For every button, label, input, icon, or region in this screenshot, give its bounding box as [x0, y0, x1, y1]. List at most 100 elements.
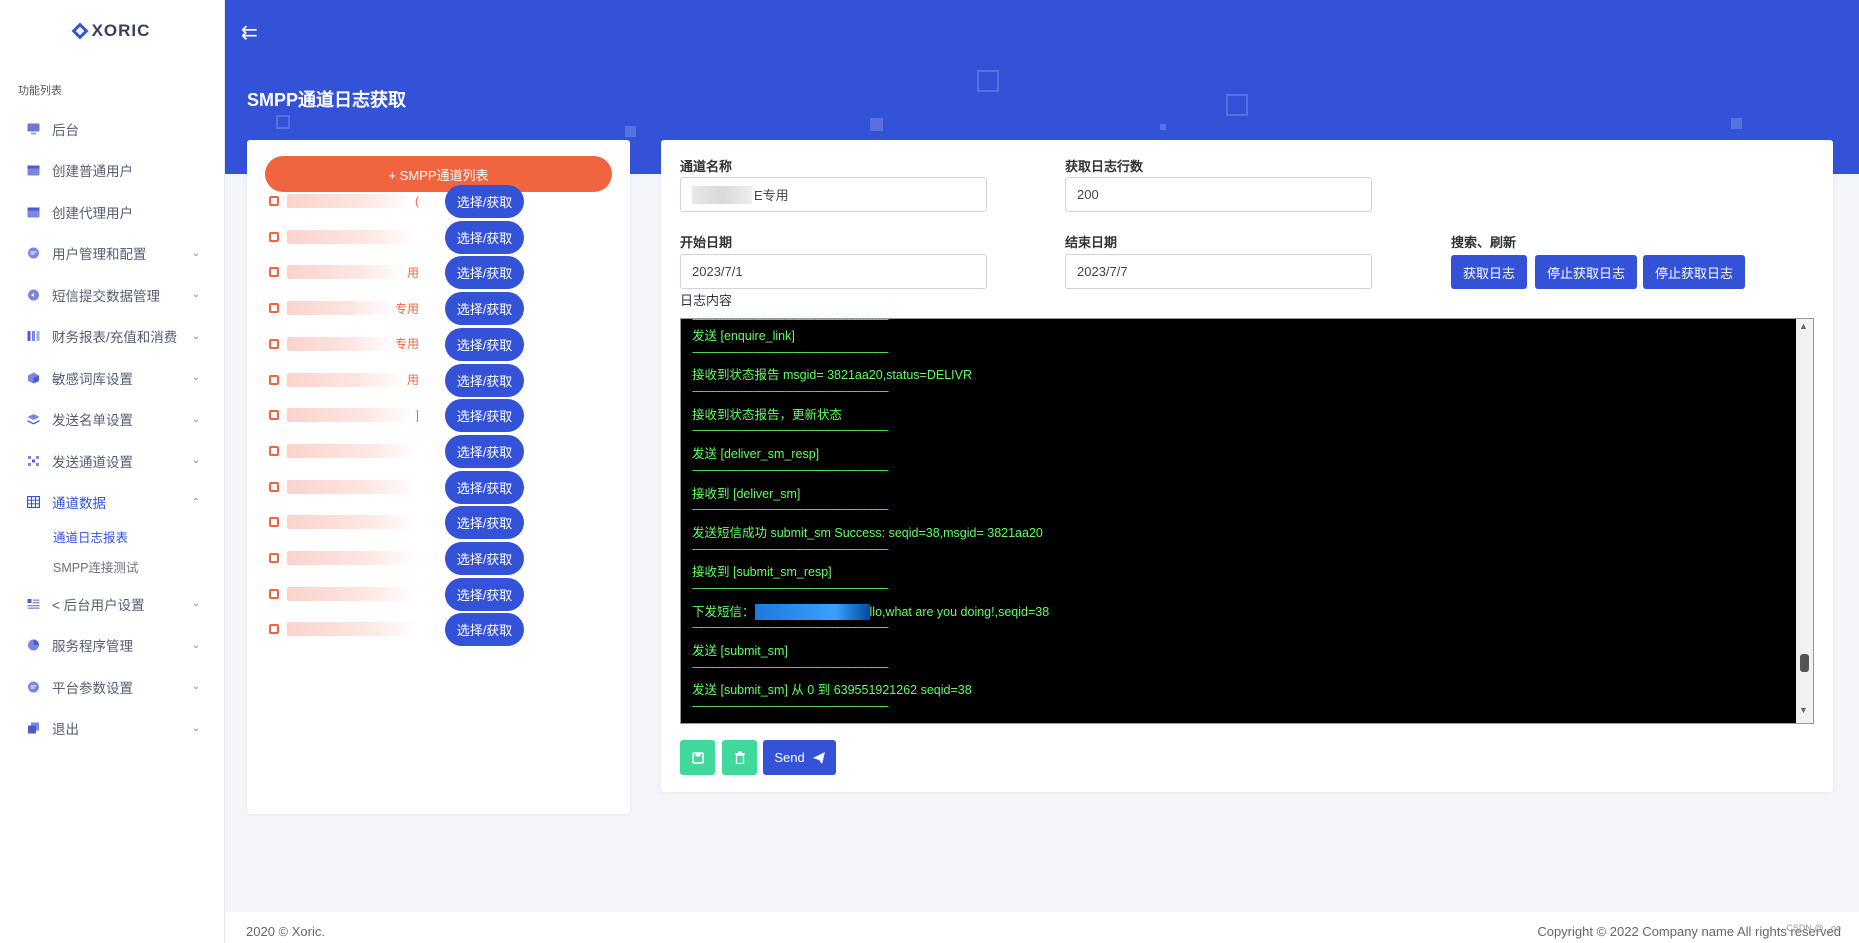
sidebar-item-3[interactable]: 用户管理和配置 ⌄ [0, 233, 224, 275]
sidebar-item-12[interactable]: 平台参数设置 ⌄ [0, 666, 224, 708]
stop-log-button-2[interactable]: 停止获取日志 [1643, 255, 1745, 289]
log-separator: ----------------------------------------… [692, 504, 889, 517]
end-date-label: 结束日期 [1065, 235, 1118, 250]
decor-square [625, 126, 636, 137]
chevron-down-icon: ⌄ [191, 598, 200, 610]
sidebar-item-label: < 后台用户设置 [52, 597, 145, 613]
stop-log-button[interactable]: 停止获取日志 [1535, 255, 1637, 289]
submenu-item-smpp-test[interactable]: SMPP连接测试 [53, 553, 224, 583]
scroll-down-icon[interactable]: ▼ [1799, 705, 1808, 715]
channel-row: 用 选择/获取 [269, 256, 609, 292]
sidebar-item-label: 退出 [52, 722, 79, 738]
start-date-field[interactable]: 2023/7/1 [680, 254, 987, 289]
select-channel-button[interactable]: 选择/获取 [445, 470, 524, 504]
chevron-down-icon: ⌄ [191, 289, 200, 301]
save-button[interactable] [680, 740, 715, 775]
sidebar-item-5[interactable]: 财务报表/充值和消费 ⌄ [0, 316, 224, 358]
end-date-field[interactable]: 2023/7/7 [1065, 254, 1372, 289]
sidebar-item-label: 短信提交数据管理 [52, 288, 160, 304]
select-channel-button[interactable]: 选择/获取 [445, 577, 524, 611]
channel-icon [269, 196, 279, 206]
layers-icon [26, 412, 40, 426]
select-channel-button[interactable]: 选择/获取 [445, 613, 524, 647]
redacted-text [692, 185, 752, 204]
submenu-item-channel-log[interactable]: 通道日志报表 [53, 523, 224, 553]
send-label: Send [774, 750, 805, 765]
channel-name [269, 440, 419, 462]
channel-icon [269, 267, 279, 278]
sidebar-item-9[interactable]: 通道数据 ⌃ [0, 482, 224, 524]
bars-icon [26, 329, 40, 343]
channel-icon [269, 588, 279, 599]
lines-field[interactable]: 200 [1065, 177, 1372, 212]
channel-row: (选择/获取 [269, 185, 609, 221]
select-channel-button[interactable]: 选择/获取 [445, 363, 524, 397]
sidebar-item-10[interactable]: < 后台用户设置 ⌄ [0, 583, 224, 625]
select-channel-button[interactable]: 选择/获取 [445, 256, 524, 290]
chat-icon [26, 680, 40, 694]
select-channel-button[interactable]: 选择/获取 [445, 434, 524, 468]
channel-name [269, 226, 419, 248]
log-console[interactable]: ----------------------------------------… [680, 318, 1814, 724]
log-line: 发送 [submit_sm] 从 0 到 639551921262 seqid=… [692, 683, 972, 698]
search-label: 搜索、刷新 [1451, 235, 1517, 250]
sidebar-item-8[interactable]: 发送通道设置 ⌄ [0, 440, 224, 482]
calendar-icon [26, 205, 40, 219]
channel-icon [269, 374, 279, 385]
sidebar-item-13[interactable]: 退出 ⌄ [0, 708, 224, 750]
get-log-button[interactable]: 获取日志 [1451, 255, 1527, 289]
channel-list-card: + SMPP通道列表 (选择/获取 选择/获取用选择/获取 专用 选择/获取 专用 选择/… [247, 140, 630, 814]
log-form-card: 通道名称 E专用 获取日志行数 200 开始日期 2023/7/1 结束日期 2… [661, 140, 1833, 792]
sidebar-item-6[interactable]: 敏感词库设置 ⌄ [0, 357, 224, 399]
sidebar-item-4[interactable]: 短信提交数据管理 ⌄ [0, 274, 224, 316]
channel-row: 选择/获取 [269, 542, 609, 578]
channel-name: 用 [269, 369, 419, 391]
decor-square [1731, 118, 1742, 129]
page-title: SMPP通道日志获取 [247, 90, 407, 110]
select-channel-button[interactable]: 选择/获取 [445, 220, 524, 254]
chevron-down-icon: ⌄ [191, 639, 200, 651]
select-channel-button[interactable]: 选择/获取 [445, 399, 524, 433]
sidebar-item-label: 创建代理用户 [52, 205, 133, 221]
select-channel-button[interactable]: 选择/获取 [445, 185, 524, 218]
select-channel-button[interactable]: 选择/获取 [445, 292, 524, 326]
sidebar: XORIC 功能列表 后台 创建普通用户 创建代理用户 用户管理和配置 ⌄ 短信提交数据管… [0, 0, 225, 943]
brand-logo[interactable]: XORIC [0, 0, 224, 62]
chevron-down-icon: ⌄ [191, 455, 200, 467]
channel-name-label: 通道名称 [680, 159, 733, 174]
grid-icon [26, 495, 40, 509]
send-button[interactable]: Send [763, 740, 836, 775]
sidebar-item-1[interactable]: 创建普通用户 [0, 150, 224, 192]
delete-button[interactable] [722, 740, 757, 775]
channel-name [269, 547, 419, 569]
channel-name [269, 476, 419, 498]
channel-name-value: E专用 [754, 188, 789, 203]
redacted-text [287, 301, 393, 316]
sidebar-item-label: 平台参数设置 [52, 680, 133, 696]
channel-name: 专用 [269, 333, 419, 355]
channel-name-suffix: 用 [406, 373, 419, 387]
sidebar-item-label: 通道数据 [52, 496, 106, 512]
scroll-thumb[interactable] [1800, 654, 1809, 672]
log-scrollbar[interactable]: ▲ ▼ [1796, 319, 1813, 723]
message-icon [26, 288, 40, 302]
redacted-text [287, 229, 417, 244]
sidebar-item-11[interactable]: 服务程序管理 ⌄ [0, 625, 224, 667]
sidebar-item-2[interactable]: 创建代理用户 [0, 191, 224, 233]
select-channel-button[interactable]: 选择/获取 [445, 327, 524, 361]
log-line: 下发短信： llo,what are you doing!,seqid=38 [692, 604, 1050, 621]
log-separator: ----------------------------------------… [692, 386, 889, 399]
scroll-up-icon[interactable]: ▲ [1799, 321, 1808, 331]
pie-icon [26, 638, 40, 652]
channel-name-field[interactable]: E专用 [680, 177, 987, 212]
log-line: 发送 [deliver_sm_resp] [692, 447, 820, 462]
select-channel-button[interactable]: 选择/获取 [445, 542, 524, 575]
menu-toggle-icon[interactable]: ⇇ [241, 20, 258, 45]
sidebar-item-0[interactable]: 后台 [0, 108, 224, 150]
redacted-text [287, 336, 393, 351]
channel-name: 专用 [269, 297, 419, 319]
decor-square [276, 115, 290, 129]
select-channel-button[interactable]: 选择/获取 [445, 506, 524, 540]
sidebar-item-7[interactable]: 发送名单设置 ⌄ [0, 399, 224, 441]
sidebar-item-label: 财务报表/充值和消费 [52, 330, 178, 346]
